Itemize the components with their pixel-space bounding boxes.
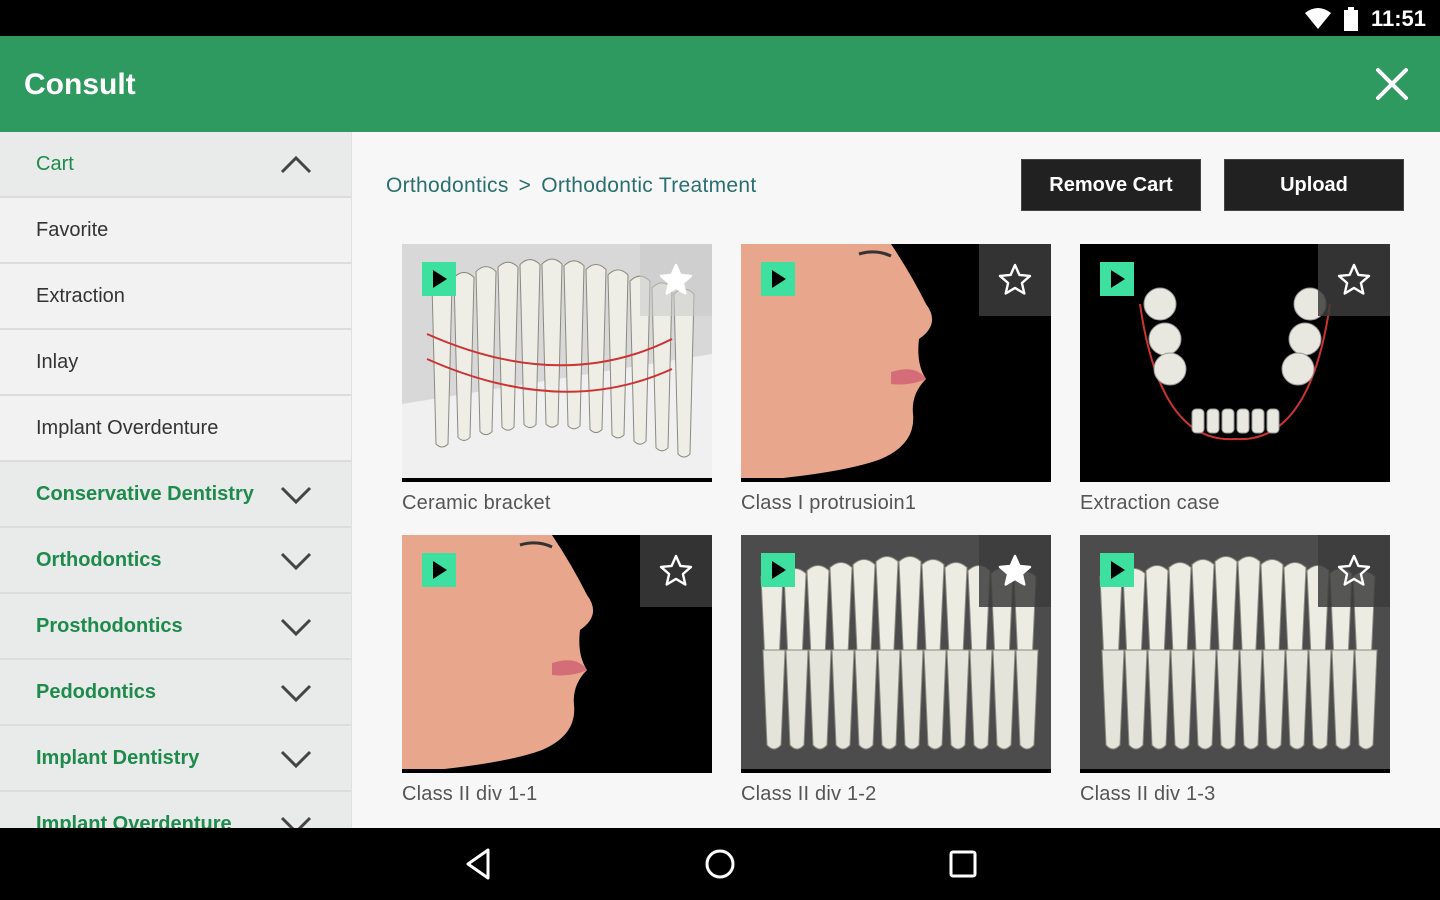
sidebar-item-label: Cart	[36, 152, 74, 175]
chevron-down-icon[interactable]	[279, 680, 313, 706]
app-bar: Consult	[0, 36, 1440, 132]
battery-icon	[1343, 7, 1358, 31]
sidebar-item[interactable]: Conservative Dentistry	[0, 462, 351, 528]
sidebar-item-label: Extraction	[36, 284, 125, 307]
video-thumbnail[interactable]	[402, 244, 712, 482]
star-outline-icon[interactable]	[640, 535, 712, 607]
sidebar-item[interactable]: Extraction	[0, 264, 351, 330]
video-card[interactable]: Class II div 1-1	[402, 535, 712, 806]
main-content: Orthodontics > Orthodontic Treatment Remov…	[352, 132, 1440, 828]
status-icons: 11:51	[1304, 6, 1426, 32]
sidebar-item-label: Implant Overdenture	[36, 416, 219, 439]
star-filled-icon[interactable]	[979, 535, 1051, 607]
video-caption: Extraction case	[1080, 492, 1220, 514]
sidebar-item[interactable]: Orthodontics	[0, 528, 351, 594]
play-icon[interactable]	[761, 262, 795, 296]
play-icon[interactable]	[422, 262, 456, 296]
sidebar-item-label: Pedodontics	[36, 680, 157, 703]
play-icon[interactable]	[1100, 262, 1134, 296]
app-title: Consult	[24, 68, 136, 101]
sidebar-item[interactable]: Implant Dentistry	[0, 726, 351, 792]
remove-cart-button[interactable]: Remove Cart	[1021, 159, 1201, 211]
sidebar-item-label: Favorite	[36, 218, 109, 241]
sidebar-item-label: Orthodontics	[36, 548, 162, 571]
back-icon[interactable]	[460, 846, 496, 882]
video-caption: Class II div 1-3	[1080, 783, 1216, 805]
sidebar-item[interactable]: Prosthodontics	[0, 594, 351, 660]
upload-button[interactable]: Upload	[1224, 159, 1404, 211]
chevron-down-icon[interactable]	[279, 746, 313, 772]
star-outline-icon[interactable]	[1318, 535, 1390, 607]
navigation-bar	[0, 828, 1440, 900]
breadcrumb-separator: >	[518, 174, 532, 197]
sidebar-item[interactable]: Pedodontics	[0, 660, 351, 726]
star-outline-icon[interactable]	[1318, 244, 1390, 316]
video-card[interactable]: Extraction case	[1080, 244, 1390, 515]
video-card[interactable]: Class II div 1-3	[1080, 535, 1390, 806]
breadcrumb-current: Orthodontic Treatment	[541, 174, 757, 197]
sidebar-item[interactable]: Favorite	[0, 198, 351, 264]
video-thumbnail[interactable]	[1080, 535, 1390, 773]
play-icon[interactable]	[1100, 553, 1134, 587]
video-caption: Class II div 1-1	[402, 783, 538, 805]
chevron-up-icon[interactable]	[279, 152, 313, 178]
video-caption: Class I protrusioin1	[741, 492, 917, 514]
sidebar: Cart Favorite Extraction Inlay Implant Overd…	[0, 132, 352, 828]
breadcrumb-parent[interactable]: Orthodontics	[386, 174, 509, 197]
video-caption: Ceramic bracket	[402, 492, 551, 514]
status-bar: 11:51	[0, 0, 1440, 36]
sidebar-item-label: Prosthodontics	[36, 614, 183, 637]
sidebar-item[interactable]: Implant Overdenture	[0, 396, 351, 462]
wifi-icon	[1304, 8, 1331, 29]
chevron-down-icon[interactable]	[279, 548, 313, 574]
video-thumbnail[interactable]	[741, 244, 1051, 482]
sidebar-item-label: Implant Dentistry	[36, 746, 200, 769]
close-icon[interactable]	[1372, 64, 1412, 104]
play-icon[interactable]	[761, 553, 795, 587]
chevron-down-icon[interactable]	[279, 482, 313, 508]
star-outline-icon[interactable]	[979, 244, 1051, 316]
video-card[interactable]: Class I protrusioin1	[741, 244, 1051, 515]
video-thumbnail[interactable]	[1080, 244, 1390, 482]
sidebar-item-label: Implant Overdenture	[36, 812, 232, 829]
sidebar-item-label: Conservative Dentistry	[36, 482, 254, 505]
breadcrumb: Orthodontics > Orthodontic Treatment	[386, 174, 756, 198]
status-time: 11:51	[1370, 6, 1426, 31]
sidebar-item[interactable]: Inlay	[0, 330, 351, 396]
recents-icon[interactable]	[945, 846, 981, 882]
star-filled-icon[interactable]	[640, 244, 712, 316]
sidebar-item[interactable]: Cart	[0, 132, 351, 198]
home-icon[interactable]	[702, 846, 738, 882]
sidebar-item-label: Inlay	[36, 350, 79, 373]
video-thumbnail[interactable]	[741, 535, 1051, 773]
video-card[interactable]: Ceramic bracket	[402, 244, 712, 515]
chevron-down-icon[interactable]	[279, 614, 313, 640]
sidebar-item[interactable]: Implant Overdenture	[0, 792, 351, 828]
video-caption: Class II div 1-2	[741, 783, 877, 805]
video-thumbnail[interactable]	[402, 535, 712, 773]
chevron-down-icon[interactable]	[279, 812, 313, 828]
video-card[interactable]: Class II div 1-2	[741, 535, 1051, 806]
play-icon[interactable]	[422, 553, 456, 587]
